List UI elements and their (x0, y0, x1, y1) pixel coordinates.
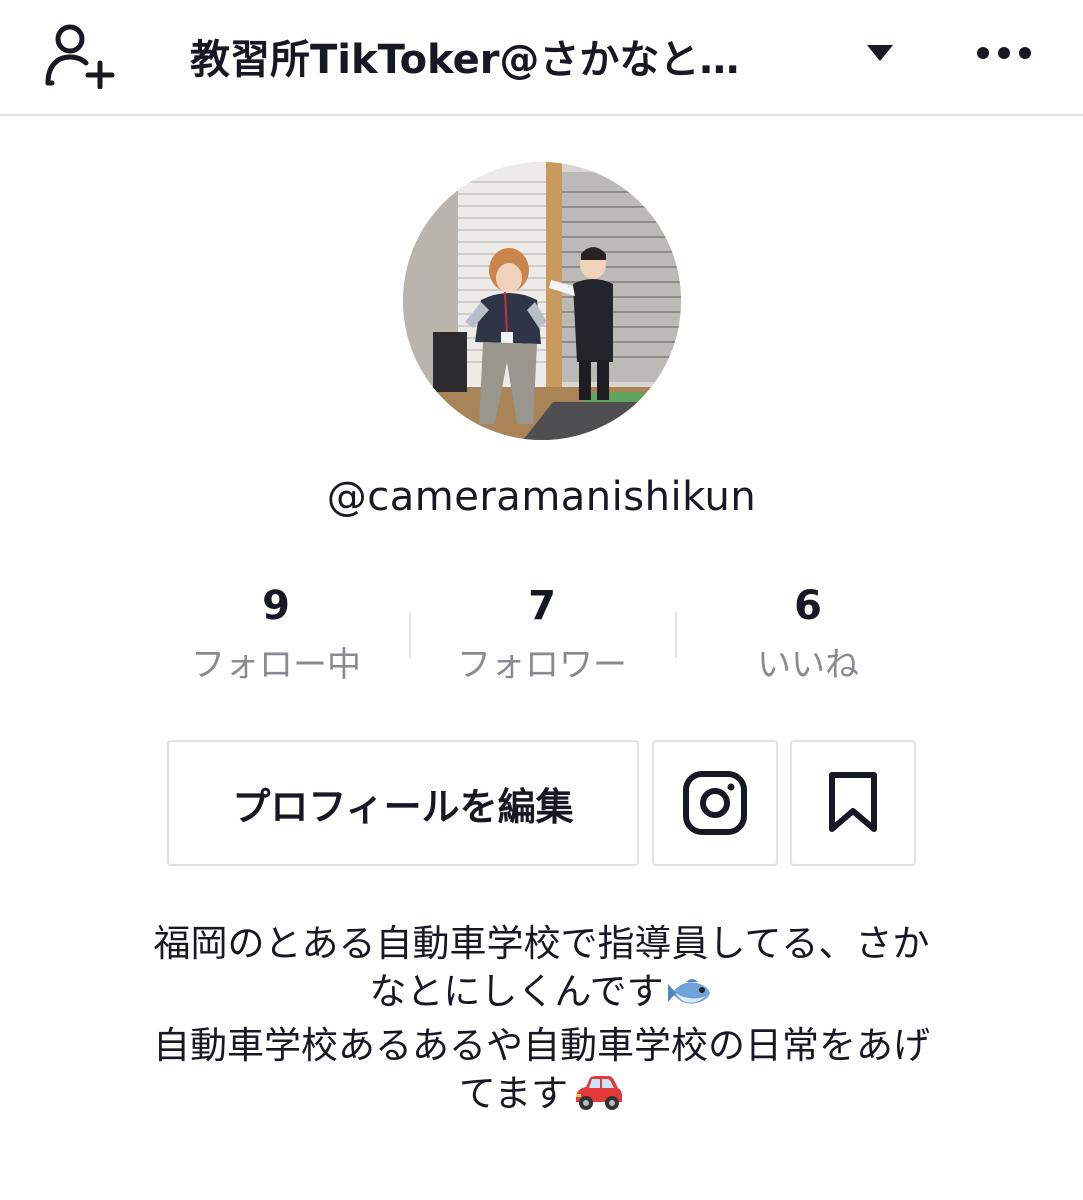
bio-line: 福岡のとある自動車学校で指導員してる、さか (153, 922, 930, 965)
bio-line: 自動車学校あるあるや自動車学校の日常をあげ (153, 1024, 930, 1067)
stat-following[interactable]: 9 フォロー中 (156, 580, 396, 688)
stat-divider (675, 612, 677, 658)
top-bar: 教習所TikToker@さかなと… (0, 0, 1083, 116)
following-label: フォロー中 (191, 645, 361, 685)
triangle-down-icon (867, 45, 893, 61)
likes-label: いいね (757, 645, 859, 685)
instagram-icon (683, 771, 747, 835)
more-options-button[interactable] (966, 28, 1042, 78)
account-dropdown-button[interactable] (860, 34, 900, 74)
bookmark-icon (829, 772, 877, 832)
avatar-photo (403, 162, 681, 440)
followers-label: フォロワー (457, 645, 627, 685)
bio-text: てます (458, 1072, 569, 1115)
stat-followers[interactable]: 7 フォロワー (422, 580, 662, 688)
add-person-icon (45, 24, 115, 89)
more-dots-icon (977, 47, 1031, 59)
profile-avatar[interactable] (403, 162, 681, 440)
stat-likes[interactable]: 6 いいね (688, 580, 928, 688)
bio-line: なとにしくんです (90, 968, 993, 1022)
instagram-button[interactable] (652, 740, 778, 866)
profile-bio: 福岡のとある自動車学校で指導員してる、さか なとにしくんです 自動車学校あるある… (90, 920, 993, 1124)
username: @cameramanishikun (326, 474, 757, 520)
followers-count: 7 (528, 583, 556, 629)
car-emoji (572, 1074, 624, 1124)
edit-profile-button[interactable]: プロフィールを編集 (167, 740, 639, 866)
add-friend-button[interactable] (40, 18, 120, 94)
following-count: 9 (262, 583, 290, 629)
account-switcher[interactable]: 教習所TikToker@さかなと… (190, 18, 739, 94)
bio-line: てます (90, 1070, 993, 1124)
account-title[interactable]: 教習所TikToker@さかなと… (190, 27, 739, 85)
stat-divider (409, 612, 411, 658)
fish-emoji (667, 974, 714, 1022)
likes-count: 6 (794, 583, 822, 629)
bio-text: なとにしくんです (369, 970, 664, 1013)
favorites-button[interactable] (790, 740, 916, 866)
